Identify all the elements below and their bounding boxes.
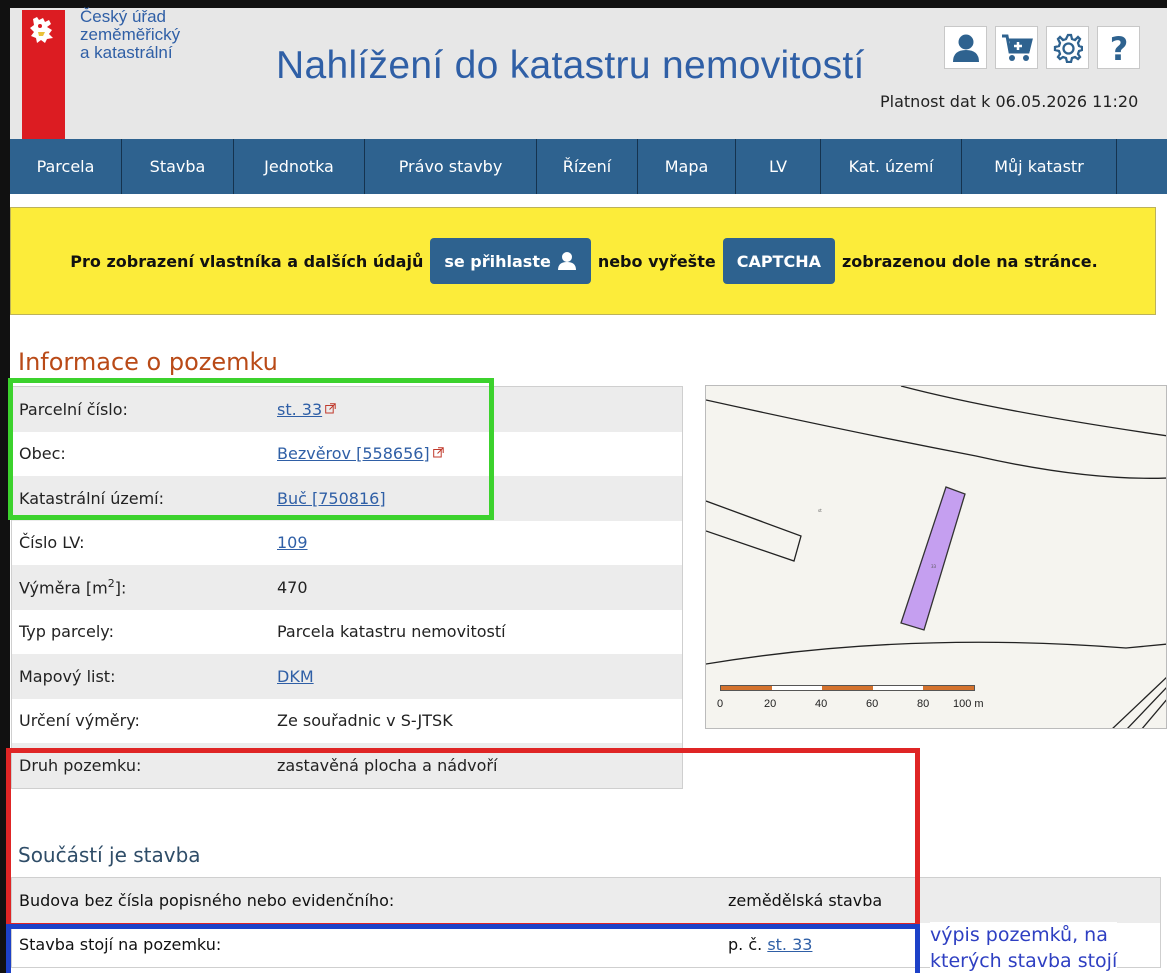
scale-label: 100 m: [953, 698, 984, 710]
user-icon: [952, 34, 979, 62]
login-button-label: se přihlaste: [444, 251, 551, 271]
row-label-sup: 2: [107, 577, 115, 591]
annotation-line-1: výpis pozemků, na: [930, 924, 1108, 946]
nav-lv[interactable]: LV: [736, 139, 821, 194]
row-value: 470: [277, 577, 308, 597]
row-value: Parcela katastru nemovitostí: [277, 622, 506, 642]
gear-icon: [1053, 33, 1083, 63]
org-line-2: zeměměřický: [80, 25, 181, 44]
org-line-3: a katastrální: [80, 43, 173, 62]
header-icons: ?: [944, 26, 1140, 69]
table-row: Typ parcely: Parcela katastru nemovitost…: [12, 609, 682, 654]
settings-button[interactable]: [1046, 26, 1089, 69]
map-scale-bar: [720, 685, 975, 691]
page-header: Český úřad zeměměřický a katastrální Nah…: [10, 8, 1167, 139]
row-label: Číslo LV:: [19, 533, 85, 553]
scale-label: 0: [717, 698, 724, 710]
parcel-map[interactable]: st 33 0 20 40 60 80 100 m: [705, 385, 1167, 729]
nav-kat-uzemi[interactable]: Kat. území: [821, 139, 962, 194]
scale-label: 60: [866, 698, 879, 710]
scale-label: 80: [917, 698, 930, 710]
annotation-line-2: kterých stavba stojí: [930, 950, 1118, 972]
table-row: Mapový list: DKM: [12, 654, 682, 699]
svg-text:?: ?: [1109, 32, 1128, 64]
cuzk-logo[interactable]: [22, 10, 65, 139]
banner-text-1: Pro zobrazení vlastníka a dalších údajů: [70, 251, 424, 271]
data-validity: Platnost dat k 06.05.2026 11:20: [880, 92, 1139, 111]
row-label-text: Výměra [m: [19, 578, 108, 598]
main-nav: Parcela Stavba Jednotka Právo stavby Říz…: [10, 139, 1167, 194]
user-icon: [557, 252, 576, 270]
lion-emblem-icon: [25, 14, 62, 47]
table-row: Číslo LV: 109: [12, 520, 682, 565]
row-label-end: ]:: [114, 578, 127, 598]
scale-label: 20: [764, 698, 777, 710]
nav-pravo-stavby[interactable]: Právo stavby: [365, 139, 537, 194]
nav-jednotka[interactable]: Jednotka: [234, 139, 365, 194]
scale-label: 40: [815, 698, 828, 710]
help-icon: ?: [1109, 32, 1128, 64]
captcha-button-label: CAPTCHA: [736, 251, 821, 271]
svg-text:33: 33: [931, 564, 937, 569]
nav-muj-katastr[interactable]: Můj katastr: [962, 139, 1117, 194]
nav-mapa[interactable]: Mapa: [638, 139, 736, 194]
nav-rizeni[interactable]: Řízení: [537, 139, 638, 194]
building-footprint[interactable]: [900, 486, 966, 631]
captcha-button[interactable]: CAPTCHA: [722, 238, 835, 284]
nav-parcela[interactable]: Parcela: [10, 139, 122, 194]
banner-text-3: zobrazenou dole na stránce.: [841, 251, 1098, 271]
help-button[interactable]: ?: [1097, 26, 1140, 69]
svg-text:st: st: [818, 508, 822, 513]
annotation-note: výpis pozemků, na kterých stavba stojí: [930, 922, 1118, 973]
table-row: Výměra [m2]: 470: [12, 565, 682, 610]
login-banner: Pro zobrazení vlastníka a dalších údajů …: [10, 207, 1156, 315]
login-button[interactable]: se přihlaste: [430, 238, 591, 284]
section-title-info: Informace o pozemku: [18, 348, 278, 376]
org-line-1: Český úřad: [80, 7, 166, 26]
user-button[interactable]: [944, 26, 987, 69]
row-value: Ze souřadnic v S-JTSK: [277, 711, 453, 731]
highlight-box-blue: [6, 924, 920, 973]
map-scale-labels: 0 20 40 60 80 100 m: [717, 698, 997, 712]
row-label: Výměra [m2]:: [12, 577, 277, 597]
highlight-box-red: [6, 748, 920, 928]
cart-button[interactable]: [995, 26, 1038, 69]
lv-number-link[interactable]: 109: [277, 533, 308, 552]
banner-text-2: nebo vyřešte: [597, 251, 716, 271]
row-label: Určení výměry:: [19, 711, 140, 731]
highlight-box-green: [8, 378, 494, 520]
nav-stavba[interactable]: Stavba: [122, 139, 234, 194]
row-label: Mapový list:: [19, 666, 116, 686]
cart-icon: [1001, 34, 1033, 61]
map-canvas: st 33: [706, 386, 1166, 728]
table-row: Určení výměry: Ze souřadnic v S-JTSK: [12, 698, 682, 743]
banner-row: Pro zobrazení vlastníka a dalších údajů …: [11, 238, 1157, 284]
org-name[interactable]: Český úřad zeměměřický a katastrální: [80, 8, 180, 62]
row-label: Typ parcely:: [19, 622, 114, 642]
map-sheet-link[interactable]: DKM: [277, 667, 314, 686]
app-title[interactable]: Nahlížení do katastru nemovitostí: [276, 44, 865, 88]
